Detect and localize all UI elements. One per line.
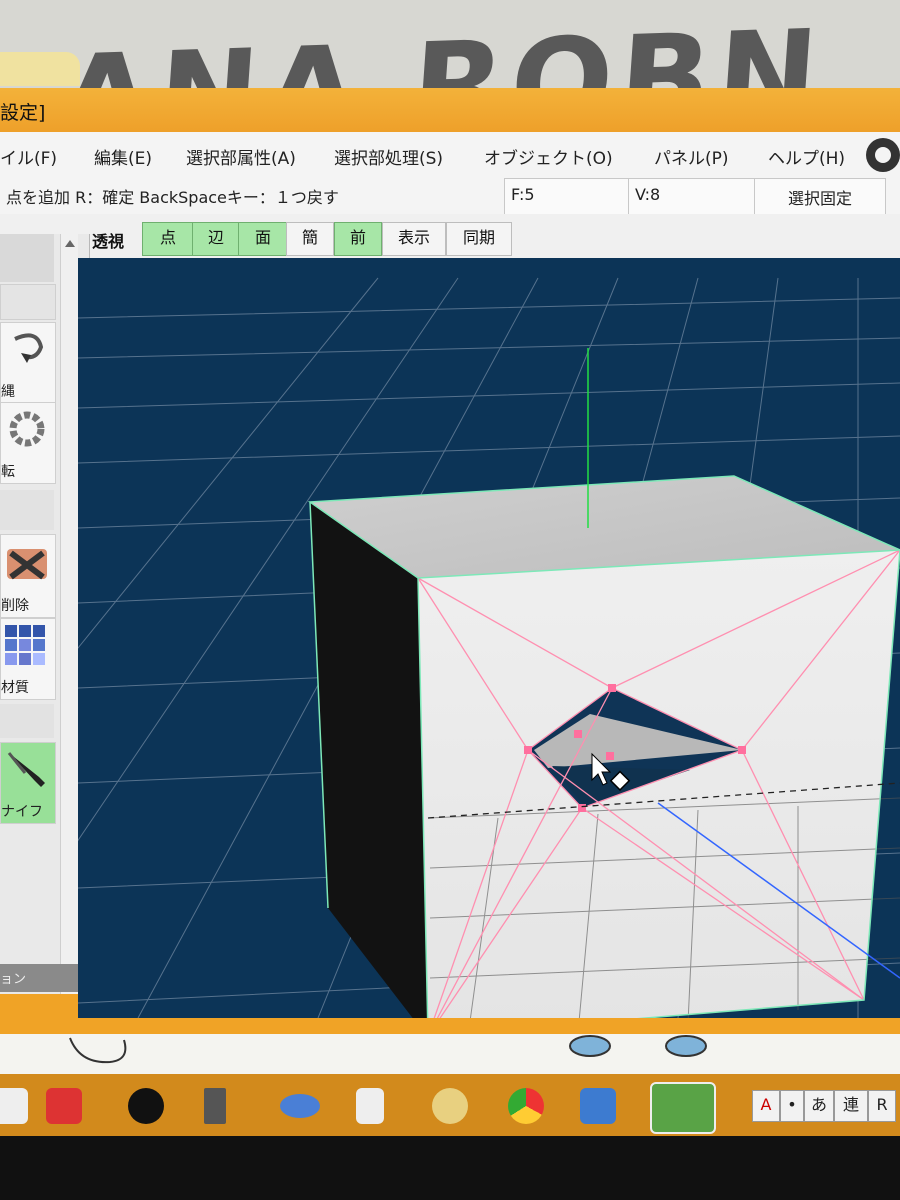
paint-icon[interactable]: [432, 1088, 468, 1124]
chess-icon[interactable]: [204, 1088, 226, 1124]
app-icon[interactable]: [0, 1088, 28, 1124]
tool-knife-label: ナイフ: [1, 804, 43, 820]
menu-panel[interactable]: パネル(P): [654, 144, 729, 169]
tool-material[interactable]: 材質: [0, 618, 56, 700]
spider-solitaire-icon[interactable]: [128, 1088, 164, 1124]
window-bottom-edge: [0, 1018, 900, 1034]
tool-panel: 縄 転 削除 材質 ナイフ ョン: [0, 234, 90, 994]
tool-delete-label: 削除: [1, 598, 29, 614]
ime-hiragana[interactable]: あ: [804, 1090, 834, 1122]
ime-dot-icon[interactable]: •: [780, 1090, 804, 1122]
status-bar: 点を追加 R：確定 BackSpaceキー：１つ戻す F:5 V:8 選択固定: [0, 176, 900, 224]
menu-selection-process[interactable]: 選択部処理(S): [334, 144, 443, 169]
scroll-up-icon: [65, 240, 75, 247]
tool-knife[interactable]: ナイフ: [0, 742, 56, 824]
chrome-icon[interactable]: [508, 1088, 544, 1124]
system-tray: A • あ 連 R: [752, 1090, 900, 1122]
desktop-strip: [0, 1034, 900, 1074]
mahjong-icon[interactable]: [356, 1088, 384, 1124]
window-title: 設定]: [0, 102, 46, 124]
panel-section-divider: [0, 284, 56, 320]
panel-scrollbar[interactable]: [60, 234, 78, 994]
edge-mode-button[interactable]: 辺: [192, 222, 240, 256]
tool-delete[interactable]: 削除: [0, 534, 56, 618]
desktop-wallpaper: ANA ROBN: [0, 0, 900, 88]
simple-mode-button[interactable]: 簡: [286, 222, 334, 256]
face-mode-button[interactable]: 面: [238, 222, 288, 256]
delete-icon: [7, 549, 47, 580]
viewport-canvas: [78, 277, 900, 1018]
tool-rotate[interactable]: 転: [0, 402, 56, 484]
taskbar: A • あ 連 R: [0, 1074, 900, 1136]
panel-section-header: [0, 234, 54, 282]
acrobat-icon[interactable]: A: [752, 1090, 780, 1122]
view-toolbar: 透視 点 辺 面 簡 前 表示 同期: [0, 214, 900, 258]
eyes-icon[interactable]: [280, 1094, 320, 1118]
rotate-icon: [9, 411, 45, 447]
front-only-button[interactable]: 前: [334, 222, 382, 256]
material-grid-icon: [5, 625, 45, 665]
cube-left-face: [310, 502, 428, 1018]
media-player-icon[interactable]: [580, 1088, 616, 1124]
menu-file[interactable]: イル(F): [0, 144, 57, 169]
tool-material-label: 材質: [1, 680, 29, 696]
panel-section-divider: [0, 490, 54, 530]
menu-bar: イル(F) 編集(E) 選択部属性(A) 選択部処理(S) オブジェクト(O) …: [0, 132, 900, 176]
vertex-mode-button[interactable]: 点: [142, 222, 194, 256]
panel-section-divider: [0, 704, 54, 738]
wallpaper-doodle: [69, 1035, 707, 1064]
wallpaper-graphic: ANA ROBN: [53, 4, 829, 88]
monitor-bezel: [0, 1136, 900, 1200]
metasequoia-taskbar-icon[interactable]: [650, 1082, 716, 1134]
menu-selection-attributes[interactable]: 選択部属性(A): [186, 144, 296, 169]
menu-object[interactable]: オブジェクト(O): [484, 144, 613, 169]
panel-footer: ョン: [0, 964, 90, 992]
title-bar: 設定]: [0, 88, 900, 132]
perspective-toggle[interactable]: 透視: [92, 228, 124, 252]
display-button[interactable]: 表示: [382, 222, 446, 256]
3d-viewport[interactable]: [78, 258, 900, 1018]
ime-renkan[interactable]: 連: [834, 1090, 868, 1122]
cube-front-face: [418, 550, 900, 1018]
menu-help[interactable]: ヘルプ(H): [768, 144, 845, 169]
panel-footer-label: ョン: [0, 972, 27, 987]
lasso-icon: [14, 333, 44, 363]
ime-romaji[interactable]: R: [868, 1090, 896, 1122]
knife-icon: [7, 752, 45, 787]
tool-rotate-label: 転: [1, 464, 15, 480]
hexagon-nut-icon: [866, 138, 900, 172]
hearts-game-icon[interactable]: [46, 1088, 82, 1124]
menu-edit[interactable]: 編集(E): [94, 144, 152, 169]
tool-lasso-label: 縄: [1, 384, 15, 400]
tool-lasso[interactable]: 縄: [0, 322, 56, 404]
app-window: 設定] イル(F) 編集(E) 選択部属性(A) 選択部処理(S) オブジェクト…: [0, 88, 900, 1033]
sync-button[interactable]: 同期: [446, 222, 512, 256]
